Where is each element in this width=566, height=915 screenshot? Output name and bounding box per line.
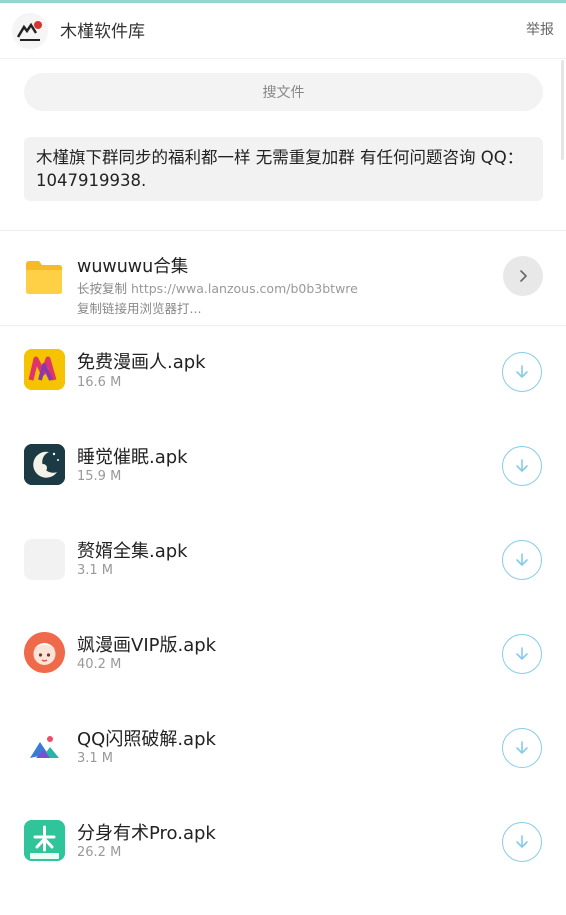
folder-name: wuwuwu合集 — [77, 257, 189, 277]
file-name: 睡觉催眠.apk — [77, 447, 188, 468]
download-button[interactable] — [502, 446, 542, 486]
file-size: 15.9 M — [77, 469, 122, 484]
sleep-moon-app-icon — [24, 444, 65, 485]
download-arrow-icon — [516, 365, 528, 378]
report-link[interactable]: 举报 — [526, 19, 554, 39]
folder-icon — [24, 258, 64, 296]
download-arrow-icon — [516, 647, 528, 660]
notice-box: 木槿旗下群同步的福利都一样 无需重复加群 有任何问题咨询 QQ：10479199… — [24, 137, 543, 201]
anime-girl-app-icon — [24, 632, 65, 673]
file-row[interactable]: QQ闪照破解.apk 3.1 M — [0, 701, 566, 795]
file-row[interactable]: 分身有术Pro.apk 26.2 M — [0, 795, 566, 889]
file-size: 3.1 M — [77, 563, 114, 578]
download-button[interactable] — [502, 728, 542, 768]
folder-description: 长按复制 https://wwa.lanzous.com/b0b3btwre — [77, 279, 377, 298]
search-label: 搜文件 — [262, 85, 305, 101]
open-folder-button[interactable] — [503, 256, 543, 296]
file-row[interactable]: 睡觉催眠.apk 15.9 M — [0, 419, 566, 513]
chevron-right-icon — [520, 270, 527, 282]
download-button[interactable] — [502, 634, 542, 674]
file-row[interactable]: 免费漫画人.apk 16.6 M — [0, 325, 566, 419]
divider — [0, 230, 566, 231]
file-size: 40.2 M — [77, 657, 122, 672]
search-input[interactable]: 搜文件 — [24, 73, 543, 111]
file-name: 免费漫画人.apk — [77, 352, 206, 373]
download-button[interactable] — [502, 822, 542, 862]
file-row[interactable]: 飒漫画VIP版.apk 40.2 M — [0, 607, 566, 701]
folder-desc-url: https://wwa.lanzous.com/b0b3btwre — [131, 281, 358, 296]
download-arrow-icon — [516, 553, 528, 566]
header: 木槿软件库 举报 — [0, 3, 566, 55]
fenshen-app-icon — [24, 820, 65, 861]
download-arrow-icon — [516, 741, 528, 754]
file-row[interactable]: 赘婿全集.apk 3.1 M — [0, 513, 566, 607]
file-size: 3.1 M — [77, 751, 114, 766]
file-size: 16.6 M — [77, 375, 122, 390]
avatar — [12, 13, 48, 49]
scrollbar-thumb[interactable] — [561, 60, 564, 160]
download-button[interactable] — [502, 352, 542, 392]
download-arrow-icon — [516, 459, 528, 472]
folder-desc-prefix: 长按复制 — [77, 281, 128, 296]
manhuaren-app-icon — [24, 349, 65, 390]
file-name: QQ闪照破解.apk — [77, 729, 216, 750]
file-name: 分身有术Pro.apk — [77, 823, 216, 844]
download-arrow-icon — [516, 835, 528, 848]
file-name: 赘婿全集.apk — [77, 541, 188, 562]
blank-app-icon — [24, 539, 65, 580]
file-name: 飒漫画VIP版.apk — [77, 635, 217, 656]
gallery-app-icon — [24, 726, 65, 767]
download-button[interactable] — [502, 540, 542, 580]
file-size: 26.2 M — [77, 845, 122, 860]
site-name: 木槿软件库 — [60, 22, 145, 42]
folder-row[interactable]: wuwuwu合集 长按复制 https://wwa.lanzous.com/b0… — [0, 238, 566, 322]
notice-text: 木槿旗下群同步的福利都一样 无需重复加群 有任何问题咨询 QQ：10479199… — [36, 148, 524, 190]
folder-description-suffix: 复制链接用浏览器打... — [77, 301, 202, 316]
header-divider — [0, 58, 566, 59]
